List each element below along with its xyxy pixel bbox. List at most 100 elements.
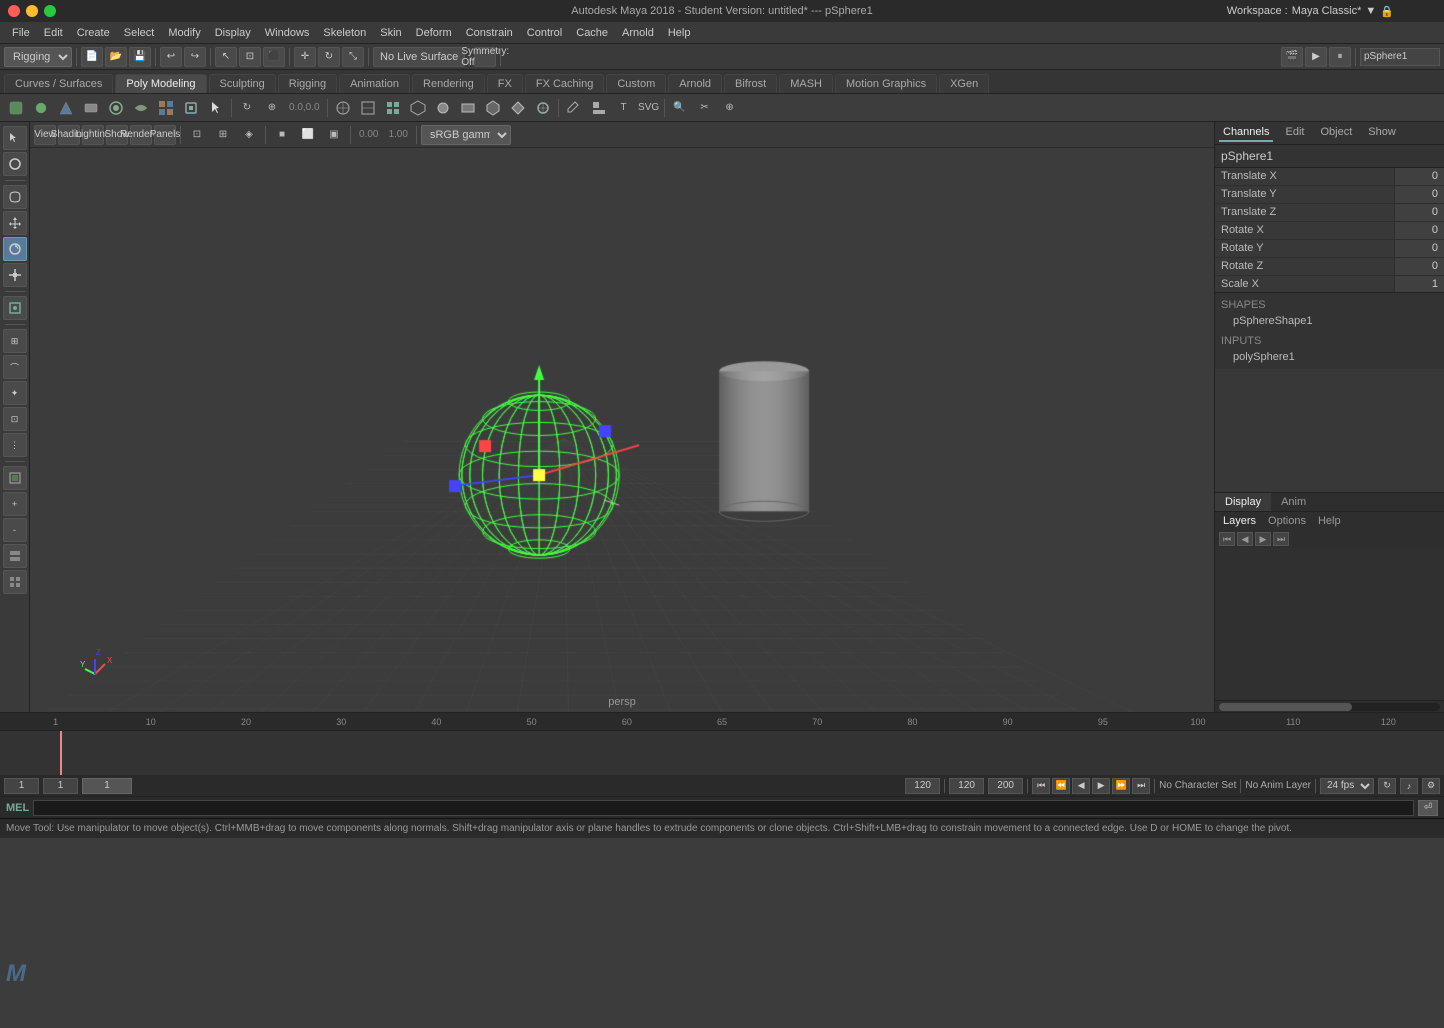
menu-constrain[interactable]: Constrain <box>460 25 519 41</box>
channel-row-tx[interactable]: Translate X 0 <box>1215 168 1444 186</box>
display-help-btn[interactable]: Help <box>1314 514 1345 528</box>
tab-custom[interactable]: Custom <box>606 74 666 93</box>
undo-btn[interactable]: ↩ <box>160 47 182 67</box>
vis-btn2[interactable]: - <box>3 518 27 542</box>
channel-box-tab-object[interactable]: Object <box>1316 124 1356 142</box>
select-tool-btn[interactable]: ↖ <box>215 47 237 67</box>
redo-btn[interactable]: ↪ <box>184 47 206 67</box>
menu-arnold[interactable]: Arnold <box>616 25 660 41</box>
menu-skeleton[interactable]: Skeleton <box>317 25 372 41</box>
vis-btn3[interactable] <box>3 544 27 568</box>
render-settings-btn[interactable]: 🎬 <box>1281 47 1303 67</box>
play-btn[interactable]: ▶ <box>1092 778 1110 794</box>
shading-solid-btn[interactable]: ▣ <box>322 123 346 147</box>
no-anim-layer[interactable]: No Anim Layer <box>1245 780 1311 791</box>
shelf-poly-9[interactable] <box>531 96 555 120</box>
display-scrollbar[interactable] <box>1215 700 1444 712</box>
channel-value-rz[interactable]: 0 <box>1394 258 1444 275</box>
shelf-icon-8[interactable] <box>179 96 203 120</box>
menu-deform[interactable]: Deform <box>410 25 458 41</box>
menu-edit[interactable]: Edit <box>38 25 69 41</box>
new-scene-btn[interactable]: 📄 <box>81 47 103 67</box>
snap-point-btn[interactable]: ✦ <box>3 381 27 405</box>
shelf-icon-loop[interactable]: ↻ <box>235 96 259 120</box>
tab-fx[interactable]: FX <box>487 74 523 93</box>
cam-persp-btn[interactable]: ◈ <box>237 123 261 147</box>
frame-end-input1[interactable] <box>905 778 940 794</box>
shelf-snap-2[interactable]: ✂ <box>693 96 717 120</box>
lasso-tool-btn[interactable]: ⊡ <box>239 47 261 67</box>
channel-value-ry[interactable]: 0 <box>1394 240 1444 257</box>
scrollbar-thumb[interactable] <box>1219 703 1352 711</box>
tab-arnold[interactable]: Arnold <box>668 74 722 93</box>
display-tab-display[interactable]: Display <box>1215 493 1271 511</box>
shelf-icon-4[interactable] <box>79 96 103 120</box>
channel-row-tz[interactable]: Translate Z 0 <box>1215 204 1444 222</box>
scroll-end-btn[interactable]: ⏭ <box>1273 532 1289 546</box>
tab-curves-surfaces[interactable]: Curves / Surfaces <box>4 74 113 93</box>
menu-control[interactable]: Control <box>521 25 568 41</box>
shelf-poly-7[interactable] <box>481 96 505 120</box>
menu-display[interactable]: Display <box>209 25 257 41</box>
tab-fx-caching[interactable]: FX Caching <box>525 74 604 93</box>
pause-btn[interactable]: ⏸ <box>1329 47 1351 67</box>
shelf-poly-2[interactable] <box>356 96 380 120</box>
tab-poly-modeling[interactable]: Poly Modeling <box>115 74 206 93</box>
menu-create[interactable]: Create <box>71 25 116 41</box>
rotate-tool[interactable] <box>3 237 27 261</box>
scroll-next-btn[interactable]: ▶ <box>1255 532 1271 546</box>
channel-box-tab-channels[interactable]: Channels <box>1219 124 1273 142</box>
paint-select-tool[interactable] <box>3 152 27 176</box>
frame-current-input[interactable] <box>43 778 78 794</box>
move-tool-btn[interactable]: ✛ <box>294 47 316 67</box>
tab-sculpting[interactable]: Sculpting <box>209 74 276 93</box>
snap-surface-btn[interactable]: ⋮ <box>3 433 27 457</box>
menu-cache[interactable]: Cache <box>570 25 614 41</box>
rotate-tool-btn[interactable]: ↻ <box>318 47 340 67</box>
open-scene-btn[interactable]: 📂 <box>105 47 127 67</box>
render-region-btn[interactable] <box>3 466 27 490</box>
channel-row-rx[interactable]: Rotate X 0 <box>1215 222 1444 240</box>
gamma-select[interactable]: sRGB gamma <box>421 125 511 145</box>
shelf-edit-3[interactable]: T <box>612 96 636 120</box>
shading-wire-btn[interactable]: ⬜ <box>296 123 320 147</box>
display-options-btn[interactable]: Options <box>1264 514 1310 528</box>
symmetry-btn[interactable]: Symmetry: Off <box>474 47 496 67</box>
menu-help[interactable]: Help <box>662 25 697 41</box>
shelf-icon-3[interactable] <box>54 96 78 120</box>
loop-btn[interactable]: ↻ <box>1378 778 1396 794</box>
channel-row-ty[interactable]: Translate Y 0 <box>1215 186 1444 204</box>
step-forward-btn[interactable]: ⏩ <box>1112 778 1130 794</box>
shelf-snap-1[interactable]: 🔍 <box>668 96 692 120</box>
cam-frame-btn[interactable]: ⊞ <box>211 123 235 147</box>
playhead[interactable] <box>60 731 62 775</box>
tab-rendering[interactable]: Rendering <box>412 74 485 93</box>
channel-row-ry[interactable]: Rotate Y 0 <box>1215 240 1444 258</box>
object-name-input[interactable] <box>1360 48 1440 66</box>
save-scene-btn[interactable]: 💾 <box>129 47 151 67</box>
playback-end-input[interactable] <box>988 778 1023 794</box>
close-button[interactable] <box>8 5 20 17</box>
play-back-btn[interactable]: ◀ <box>1072 778 1090 794</box>
command-input[interactable] <box>33 800 1414 816</box>
tab-motion-graphics[interactable]: Motion Graphics <box>835 74 937 93</box>
channel-value-tx[interactable]: 0 <box>1394 168 1444 185</box>
display-layers-btn[interactable]: Layers <box>1219 514 1260 528</box>
channel-value-rx[interactable]: 0 <box>1394 222 1444 239</box>
menu-select[interactable]: Select <box>118 25 161 41</box>
scroll-start-btn[interactable]: ⏮ <box>1219 532 1235 546</box>
shelf-poly-3[interactable] <box>381 96 405 120</box>
shelf-poly-5[interactable] <box>431 96 455 120</box>
shelf-icon-1[interactable] <box>4 96 28 120</box>
workspace-selector[interactable]: Workspace : Maya Classic* ▼ 🔒 <box>1227 5 1394 18</box>
viewport-menu-renderer[interactable]: Renderer <box>130 125 152 145</box>
shelf-poly-1[interactable] <box>331 96 355 120</box>
tab-rigging[interactable]: Rigging <box>278 74 337 93</box>
settings-btn[interactable]: ⚙ <box>1422 778 1440 794</box>
channel-value-tz[interactable]: 0 <box>1394 204 1444 221</box>
shelf-icon-2[interactable] <box>29 96 53 120</box>
viewport-canvas[interactable]: persp X Y Z <box>30 148 1214 712</box>
shelf-poly-4[interactable] <box>406 96 430 120</box>
tab-bifrost[interactable]: Bifrost <box>724 74 777 93</box>
step-back-btn[interactable]: ⏪ <box>1052 778 1070 794</box>
